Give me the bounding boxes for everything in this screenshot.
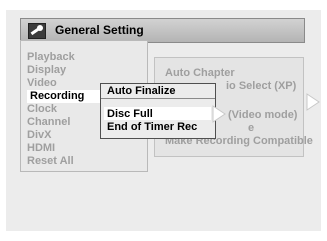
wrench-icon [28, 23, 46, 39]
menu-item-reset-all[interactable]: Reset All [27, 155, 74, 167]
page-title: General Setting [55, 23, 144, 37]
popup-title: Auto Finalize [101, 84, 215, 99]
menu-item-channel[interactable]: Channel [27, 116, 70, 128]
submenu-item-partial[interactable]: e [248, 122, 254, 134]
option-disc-full[interactable]: Disc Full [107, 108, 153, 120]
menu-item-clock[interactable]: Clock [27, 103, 57, 115]
menu-item-hdmi[interactable]: HDMI [27, 142, 55, 154]
submenu-item-video-mode[interactable]: (Video mode) [228, 109, 297, 121]
option-end-of-timer-rec[interactable]: End of Timer Rec [107, 121, 197, 133]
menu-item-video[interactable]: Video [27, 77, 57, 89]
auto-finalize-popup: Auto Finalize Disc Full End of Timer Rec [100, 83, 216, 139]
menu-item-display[interactable]: Display [27, 64, 66, 76]
submenu-item-audio-select[interactable]: io Select (XP) [226, 80, 296, 92]
menu-item-divx[interactable]: DivX [27, 129, 51, 141]
submenu-arrow-icon [306, 93, 320, 111]
submenu-item-auto-chapter[interactable]: Auto Chapter [165, 67, 235, 79]
selection-arrow-icon [212, 105, 226, 123]
menu-item-playback[interactable]: Playback [27, 51, 75, 63]
